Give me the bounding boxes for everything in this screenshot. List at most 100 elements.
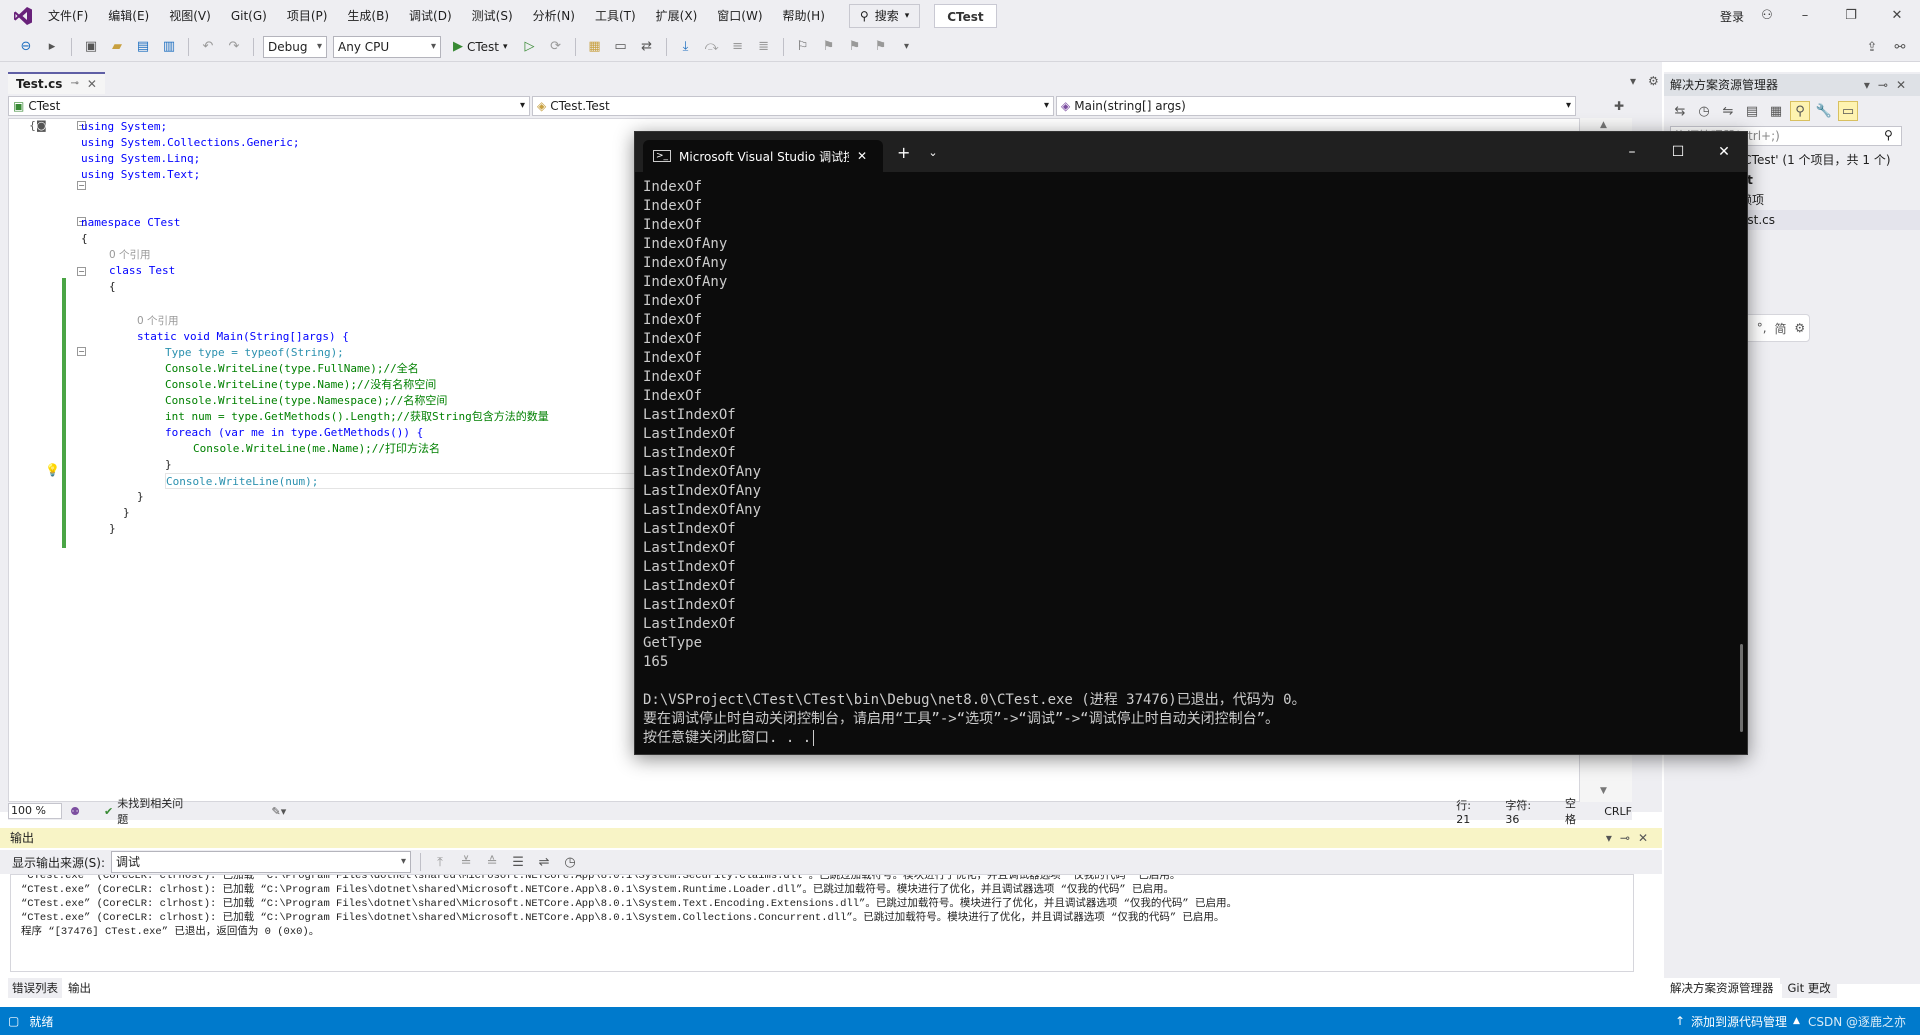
intellicode-icon[interactable]: ⚉: [70, 805, 80, 818]
nav-class-select[interactable]: ◈ CTest.Test: [532, 96, 1054, 116]
code-lens[interactable]: 0 个引用: [109, 247, 151, 263]
console-scrollbar[interactable]: [1740, 644, 1743, 732]
bookmark-icon[interactable]: ⚐: [793, 37, 813, 57]
account-icon[interactable]: ⚇: [1752, 0, 1782, 32]
tree-item-test-cs[interactable]: est.cs: [1740, 210, 1920, 230]
step-icon[interactable]: ⤓: [676, 37, 696, 57]
menu-debug[interactable]: 调试(D): [399, 0, 462, 32]
eol-indicator[interactable]: CRLF: [1604, 805, 1632, 818]
menu-build[interactable]: 生成(B): [337, 0, 399, 32]
properties-icon[interactable]: 🔧: [1814, 101, 1834, 121]
collapse-icon[interactable]: −: [77, 267, 86, 276]
tab-list-dropdown-icon[interactable]: ▾: [1630, 74, 1636, 88]
prev-message-icon[interactable]: ≚: [456, 852, 476, 872]
platform-select[interactable]: Any CPU: [333, 35, 441, 58]
ime-punct[interactable]: °,: [1757, 321, 1767, 335]
timestamp-icon[interactable]: ◷: [560, 852, 580, 872]
history-icon[interactable]: ◷: [1694, 101, 1714, 121]
undo-icon[interactable]: ↶: [198, 37, 218, 57]
char-indicator[interactable]: 字符: 36: [1505, 797, 1547, 826]
comment-icon[interactable]: ≡: [728, 37, 748, 57]
tab-output[interactable]: 输出: [64, 978, 95, 998]
filter-icon[interactable]: ⚲: [1790, 101, 1810, 121]
tab-dropdown-icon[interactable]: ⌄: [928, 146, 937, 159]
word-wrap-icon[interactable]: ⇌: [534, 852, 554, 872]
debug-console-window[interactable]: >_ Microsoft Visual Studio 调试控 ✕ + ⌄ – ☐…: [634, 131, 1748, 755]
browse-icon[interactable]: ▦: [585, 37, 605, 57]
save-all-icon[interactable]: ▥: [159, 37, 179, 57]
output-text[interactable]: “CTest.exe” (CoreCLR: clrhost): 已加载 “C:\…: [10, 874, 1634, 972]
tab-error-list[interactable]: 错误列表: [8, 978, 62, 998]
tab-solution-explorer[interactable]: 解决方案资源管理器: [1664, 978, 1780, 998]
menu-extensions[interactable]: 扩展(X): [646, 0, 708, 32]
lightbulb-icon[interactable]: 💡: [45, 463, 60, 477]
code-lens[interactable]: 0 个引用: [137, 313, 179, 329]
configuration-select[interactable]: Debug: [263, 35, 327, 58]
hot-reload-icon[interactable]: ⟳: [546, 37, 566, 57]
menu-help[interactable]: 帮助(H): [773, 0, 835, 32]
menu-tools[interactable]: 工具(T): [585, 0, 646, 32]
layout-icon[interactable]: ▭: [611, 37, 631, 57]
whitespace-indicator[interactable]: 空格: [1565, 795, 1586, 827]
console-output[interactable]: IndexOf IndexOf IndexOf IndexOfAny Index…: [643, 178, 1733, 748]
next-bookmark-icon[interactable]: ⚑: [845, 37, 865, 57]
nav-member-select[interactable]: ◈ Main(string[] args): [1056, 96, 1576, 116]
live-share-icon[interactable]: ⇄: [637, 37, 657, 57]
menu-file[interactable]: 文件(F): [38, 0, 98, 32]
add-to-source-control[interactable]: 添加到源代码管理: [1691, 1013, 1787, 1030]
show-all-files-icon[interactable]: ▦: [1766, 101, 1786, 121]
new-project-icon[interactable]: ▣: [81, 37, 101, 57]
next-message-icon[interactable]: ≙: [482, 852, 502, 872]
save-icon[interactable]: ▤: [133, 37, 153, 57]
menu-git[interactable]: Git(G): [221, 0, 277, 32]
issues-label[interactable]: 未找到相关问题: [117, 795, 191, 827]
collapse-icon[interactable]: −: [77, 347, 86, 356]
close-button[interactable]: ✕: [1874, 0, 1920, 32]
code-cleanup-icon[interactable]: ✎▾: [272, 805, 287, 818]
collapse-all-icon[interactable]: ▤: [1742, 101, 1762, 121]
tab-git-changes[interactable]: Git 更改: [1781, 978, 1837, 998]
scroll-down-icon[interactable]: ▼: [1600, 786, 1607, 796]
menu-window[interactable]: 窗口(W): [707, 0, 772, 32]
step-over-icon[interactable]: ⤼: [702, 37, 722, 57]
menu-edit[interactable]: 编辑(E): [98, 0, 159, 32]
scroll-up-icon[interactable]: ▲: [1600, 120, 1607, 130]
feedback-icon[interactable]: ⚯: [1890, 37, 1910, 57]
quick-actions-icon[interactable]: {◙: [29, 119, 47, 132]
find-message-icon[interactable]: ⤒: [430, 852, 450, 872]
sync-icon[interactable]: ⇆: [1670, 101, 1690, 121]
ime-settings-icon[interactable]: ⚙: [1794, 321, 1805, 335]
uncomment-icon[interactable]: ≣: [754, 37, 774, 57]
restore-button[interactable]: ❐: [1828, 0, 1874, 32]
overflow-icon[interactable]: ▾: [897, 37, 917, 57]
output-source-select[interactable]: 调试: [111, 851, 412, 873]
open-folder-icon[interactable]: ▰: [107, 37, 127, 57]
menu-test[interactable]: 测试(S): [462, 0, 523, 32]
back-icon[interactable]: ⊖: [16, 37, 36, 57]
share-icon[interactable]: ⇪: [1862, 37, 1882, 57]
menu-project[interactable]: 项目(P): [277, 0, 338, 32]
start-without-debugging-icon[interactable]: ▷: [520, 37, 540, 57]
ime-simplified[interactable]: 简: [1774, 320, 1786, 337]
new-tab-icon[interactable]: +: [897, 143, 910, 162]
panel-controls[interactable]: ▾⊸✕: [1864, 74, 1914, 96]
settings-icon[interactable]: ⚙: [1648, 74, 1659, 88]
zoom-select[interactable]: 100 %: [8, 803, 63, 819]
clear-bookmark-icon[interactable]: ⚑: [871, 37, 891, 57]
console-close-button[interactable]: ✕: [1701, 132, 1747, 172]
split-icon[interactable]: ✚: [1614, 96, 1624, 118]
search-icon[interactable]: ⚲: [1884, 128, 1893, 142]
line-indicator[interactable]: 行: 21: [1456, 797, 1487, 826]
panel-controls[interactable]: ▾⊸✕: [1606, 828, 1656, 848]
console-minimize-button[interactable]: –: [1609, 132, 1655, 172]
console-tab[interactable]: >_ Microsoft Visual Studio 调试控 ✕: [643, 140, 883, 172]
prev-bookmark-icon[interactable]: ⚑: [819, 37, 839, 57]
start-debugging-button[interactable]: ▶ CTest ▾: [447, 36, 514, 58]
console-maximize-button[interactable]: ☐: [1655, 132, 1701, 172]
close-icon[interactable]: ✕: [87, 73, 97, 95]
minimize-button[interactable]: –: [1782, 0, 1828, 32]
login-link[interactable]: 登录: [1712, 8, 1752, 25]
visual-studio-logo-icon[interactable]: [8, 1, 38, 31]
tree-item-solution[interactable]: 'CTest' (1 个项目，共 1 个): [1740, 150, 1891, 170]
menu-analyze[interactable]: 分析(N): [523, 0, 585, 32]
